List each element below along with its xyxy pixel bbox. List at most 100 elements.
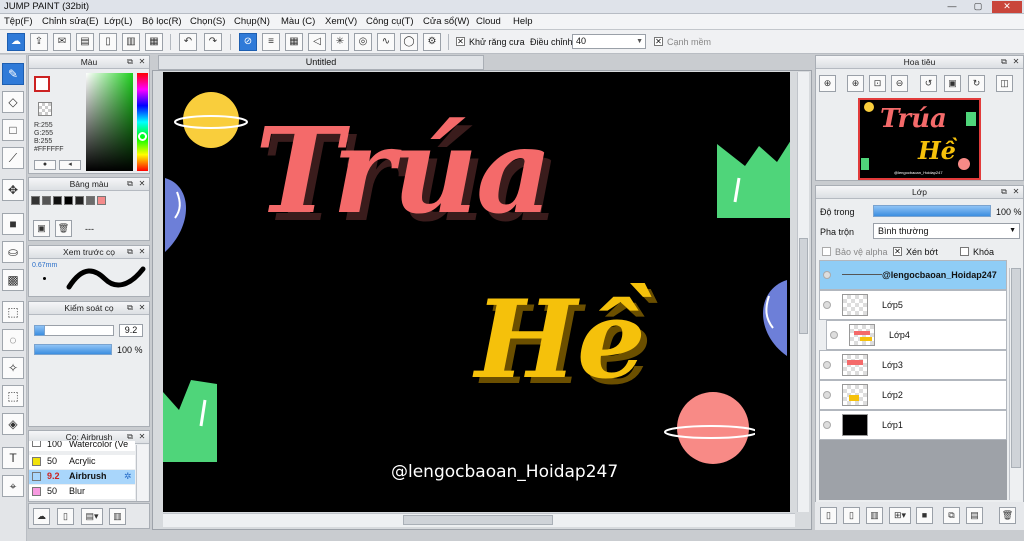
brush-size-value[interactable]: 9.2 [119, 324, 143, 337]
layer-visibility-icon[interactable] [823, 271, 831, 279]
soft-edge-checkbox[interactable]: ✕ [654, 37, 663, 46]
panel-close-icon[interactable]: ✕ [1011, 187, 1021, 197]
panel-float-icon[interactable]: ⧉ [125, 247, 135, 257]
menu-tools[interactable]: Công cụ(T) [366, 16, 414, 27]
duplicate-layer-icon[interactable]: ⧉ [943, 507, 960, 524]
message-icon[interactable]: ▤ [76, 33, 94, 51]
line-tool-icon[interactable]: ⟋ [2, 147, 24, 169]
grid-icon[interactable]: ▦ [145, 33, 163, 51]
lock-checkbox[interactable] [960, 247, 969, 256]
horizontal-scroll-thumb[interactable] [403, 515, 553, 525]
brush-item-blur[interactable]: 50 Blur [29, 485, 135, 499]
settings-icon[interactable]: ⚙ [423, 33, 441, 51]
cloud-icon[interactable]: ☁ [7, 33, 25, 51]
panel-close-icon[interactable]: ✕ [137, 247, 147, 257]
panel-float-icon[interactable]: ⧉ [125, 179, 135, 189]
layer-visibility-icon[interactable] [823, 391, 831, 399]
perspective-icon[interactable]: ◁ [308, 33, 326, 51]
menu-edit[interactable]: Chỉnh sửa(E) [42, 16, 99, 27]
delete-color-icon[interactable]: 🗑 [55, 220, 72, 237]
rect-select-tool-icon[interactable]: ⬚ [2, 301, 24, 323]
brush-item-airbrush[interactable]: 9.2 Airbrush ✲ [29, 470, 135, 484]
redo-icon[interactable]: ↷ [204, 33, 222, 51]
panel-close-icon[interactable]: ✕ [137, 179, 147, 189]
move-tool-icon[interactable]: ✥ [2, 179, 24, 201]
panel-close-icon[interactable]: ✕ [137, 57, 147, 67]
menu-color[interactable]: Màu (C) [281, 16, 315, 27]
menu-view[interactable]: Xem(V) [325, 16, 357, 27]
layer-row-2[interactable]: Lớp2 [819, 380, 1007, 410]
menu-select[interactable]: Chọn(S) [190, 16, 225, 27]
menu-capture[interactable]: Chụp(N) [234, 16, 270, 27]
menu-window[interactable]: Cửa sổ(W) [423, 16, 469, 27]
palette-swatch[interactable] [31, 196, 40, 205]
adjust-input[interactable]: 40 ▼ [572, 34, 646, 49]
document-tab[interactable]: Untitled [158, 55, 484, 70]
zoom-in-icon[interactable]: ⊕ [847, 75, 864, 92]
panel-close-icon[interactable]: ✕ [137, 303, 147, 313]
folder-icon[interactable]: ■ [916, 507, 933, 524]
eyedropper-tool-icon[interactable]: ⌖ [2, 475, 24, 497]
grid-fill-icon[interactable]: ▦ [285, 33, 303, 51]
radial-icon[interactable]: ✳ [331, 33, 349, 51]
eraser-tool-icon[interactable]: ◇ [2, 91, 24, 113]
document-icon[interactable]: ▥ [122, 33, 140, 51]
background-color-swatch[interactable] [38, 102, 52, 116]
select-none-icon[interactable]: ⊘ [239, 33, 257, 51]
foreground-color-swatch[interactable] [34, 76, 50, 92]
palette-swatch[interactable] [42, 196, 51, 205]
brush-list-scrollbar[interactable] [136, 445, 148, 501]
zoom-out-icon[interactable]: ⊖ [891, 75, 908, 92]
menu-help[interactable]: Help [513, 16, 533, 27]
new-half-layer-icon[interactable]: ▥ [866, 507, 883, 524]
brush-opacity-slider[interactable] [34, 344, 112, 355]
menu-file[interactable]: Tệp(F) [4, 16, 33, 27]
delete-layer-icon[interactable]: 🗑 [999, 507, 1016, 524]
curve-icon[interactable]: ∿ [377, 33, 395, 51]
rotate-reset-icon[interactable]: ▣ [944, 75, 961, 92]
circle-ruler-icon[interactable]: ◯ [400, 33, 418, 51]
palette-swatch[interactable] [64, 196, 73, 205]
palette-swatch[interactable] [86, 196, 95, 205]
layer-row-3[interactable]: Lớp3 [819, 350, 1007, 380]
lasso-tool-icon[interactable]: ◌ [2, 329, 24, 351]
layer-row-watermark[interactable]: @lengocbaoan_Hoidap247 [819, 260, 1007, 290]
add-color-icon[interactable]: ▣ [33, 220, 50, 237]
layer-row-4[interactable]: Lớp4 [826, 320, 1007, 350]
palette-swatch[interactable] [75, 196, 84, 205]
brush-copy-icon[interactable]: ▤▾ [81, 508, 103, 525]
page-icon[interactable]: ▯ [99, 33, 117, 51]
brush-new-icon[interactable]: ▯ [57, 508, 74, 525]
palette-swatch[interactable] [53, 196, 62, 205]
brush-size-slider[interactable] [34, 325, 114, 336]
panel-close-icon[interactable]: ✕ [137, 432, 147, 442]
zoom-fit-icon[interactable]: ⊕ [819, 75, 836, 92]
layer-visibility-icon[interactable] [823, 301, 831, 309]
comment-icon[interactable]: ✉ [53, 33, 71, 51]
hue-slider[interactable] [137, 73, 148, 171]
saturation-picker[interactable] [86, 73, 133, 171]
color-slider-icon[interactable]: ◂ [59, 160, 81, 170]
rotate-right-icon[interactable]: ↻ [968, 75, 985, 92]
new-mono-layer-icon[interactable]: ▯ [843, 507, 860, 524]
layer-row-5[interactable]: Lớp5 [819, 290, 1007, 320]
rectangle-tool-icon[interactable]: □ [2, 119, 24, 141]
hue-handle[interactable] [138, 132, 147, 141]
layer-row-1[interactable]: Lớp1 [819, 410, 1007, 440]
clip-checkbox[interactable]: ✕ [893, 247, 902, 256]
artwork-canvas[interactable]: Trúa Trúa Hề Hề @lengocbaoan_Hoidap247 [163, 72, 790, 512]
vertical-scroll-thumb[interactable] [799, 238, 808, 334]
bucket-tool-icon[interactable]: ⛀ [2, 241, 24, 263]
export-icon[interactable]: ⇪ [30, 33, 48, 51]
color-mode-icon[interactable]: ● [34, 160, 56, 170]
concentric-icon[interactable]: ◎ [354, 33, 372, 51]
menu-layer[interactable]: Lớp(L) [104, 16, 132, 27]
panel-float-icon[interactable]: ⧉ [999, 57, 1009, 67]
select-pen-tool-icon[interactable]: ⬚ [2, 385, 24, 407]
canvas-horizontal-scrollbar[interactable] [163, 513, 795, 527]
brush-cloud-icon[interactable]: ☁ [33, 508, 50, 525]
minimize-button[interactable]: — [940, 1, 964, 13]
rotate-left-icon[interactable]: ↺ [920, 75, 937, 92]
fill-rect-tool-icon[interactable]: ■ [2, 213, 24, 235]
menu-filter[interactable]: Bộ lọc(R) [142, 16, 182, 27]
